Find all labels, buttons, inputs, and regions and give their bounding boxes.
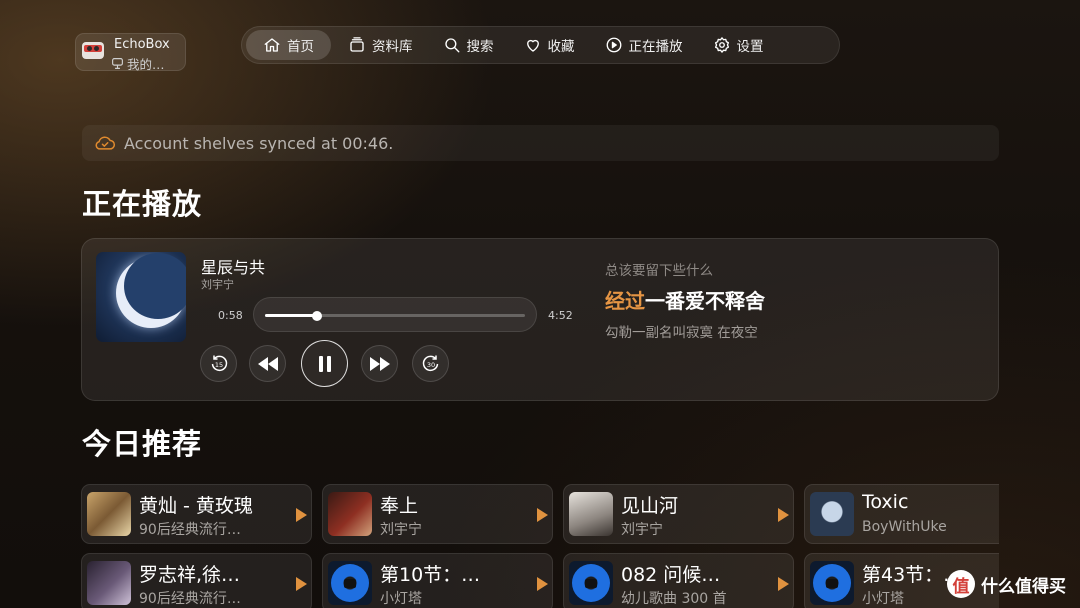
skip-back-15-button[interactable]: 15 [200, 345, 237, 382]
next-icon [369, 356, 390, 371]
gear-icon [714, 37, 729, 53]
total-time: 4:52 [548, 309, 573, 322]
recommendation-subtitle: 刘宇宁 [380, 522, 422, 538]
nav-now-playing-label: 正在播放 [628, 39, 683, 55]
nav-home[interactable]: 首页 [246, 30, 331, 60]
library-icon [350, 37, 364, 52]
recommendations-grid: 黄灿 - 黄玫瑰 90后经典流行… 奉上 刘宇宁 见山河 刘宇宁 Toxic BoyWithU… [0, 470, 999, 608]
sync-message: Account shelves synced at 00:46. [124, 133, 394, 153]
now-playing-heading: 正在播放 [82, 187, 203, 221]
cloud-check-icon [95, 136, 116, 150]
pause-button[interactable] [301, 340, 348, 387]
recommendation-card[interactable]: 奉上 刘宇宁 [322, 484, 553, 544]
play-arrow-icon[interactable] [296, 577, 307, 591]
next-button[interactable] [361, 345, 398, 382]
album-thumbnail [328, 492, 372, 536]
recommendation-subtitle: 90后经典流行… [139, 522, 241, 538]
nav-favorites[interactable]: 收藏 [511, 30, 588, 60]
svg-text:30: 30 [426, 361, 434, 369]
recommendation-card[interactable]: Toxic BoyWithUke [804, 484, 999, 544]
recommendation-title: 082 问候… [621, 564, 721, 586]
vinyl-disc-icon [569, 561, 613, 605]
nav-favorites-label: 收藏 [547, 39, 575, 55]
recommendation-title: 罗志祥,徐… [139, 564, 241, 586]
forward-30-icon: 30 [422, 355, 438, 371]
album-cover [96, 252, 186, 342]
recommendations-heading: 今日推荐 [82, 427, 203, 461]
sync-banner: Account shelves synced at 00:46. [82, 125, 999, 161]
account-label: 我的… [111, 54, 165, 73]
skip-forward-30-button[interactable]: 30 [412, 345, 449, 382]
vinyl-disc-icon [810, 561, 854, 605]
recommendation-card[interactable]: 见山河 刘宇宁 [563, 484, 794, 544]
album-thumbnail [810, 492, 854, 536]
play-circle-icon [606, 37, 621, 53]
user-icon [112, 58, 123, 69]
recommendation-subtitle: BoyWithUke [862, 519, 947, 535]
recommendation-subtitle: 幼儿歌曲 300 首 [621, 591, 727, 607]
recommendation-subtitle: 刘宇宁 [621, 522, 663, 538]
account-name: 我的… [127, 57, 165, 72]
recommendation-title: 见山河 [621, 495, 679, 517]
recommendation-title: Toxic [862, 491, 909, 513]
album-thumbnail [87, 561, 131, 605]
progress-fill [265, 314, 317, 317]
progress-bar[interactable] [253, 297, 537, 332]
recommendation-title: 第10节：… [380, 564, 481, 586]
song-artist: 刘宇宁 [201, 278, 234, 291]
nav-settings-label: 设置 [736, 39, 764, 55]
app-badge[interactable]: EchoBox 我的… [75, 33, 186, 73]
recommendation-card[interactable]: 黄灿 - 黄玫瑰 90后经典流行… [81, 484, 312, 544]
pause-icon [318, 355, 331, 372]
app-name: EchoBox [114, 37, 170, 52]
album-thumbnail [569, 492, 613, 536]
progress-knob[interactable] [311, 311, 322, 321]
recommendation-title: 黄灿 - 黄玫瑰 [139, 495, 253, 517]
svg-text:15: 15 [214, 361, 222, 369]
recommendation-card[interactable]: 第10节：… 小灯塔 [322, 553, 553, 608]
previous-icon [257, 356, 278, 371]
play-arrow-icon[interactable] [778, 577, 789, 591]
play-arrow-icon[interactable] [537, 577, 548, 591]
now-playing-card[interactable]: 星辰与共 刘宇宁 0:58 4:52 15 30 总该要留下些什么 经过一番爱不… [81, 238, 999, 401]
progress-track [265, 311, 525, 321]
play-arrow-icon[interactable] [537, 508, 548, 522]
home-icon [264, 38, 280, 52]
elapsed-time: 0:58 [218, 309, 243, 322]
recommendation-card[interactable]: 082 问候… 幼儿歌曲 300 首 [563, 553, 794, 608]
recommendation-subtitle: 90后经典流行… [139, 591, 241, 607]
recommendation-subtitle: 小灯塔 [380, 591, 422, 607]
previous-button[interactable] [249, 345, 286, 382]
watermark-text: 什么值得买 [981, 576, 1066, 597]
lyric-current-line: 经过一番爱不释舍 [605, 285, 765, 314]
nav-library[interactable]: 资料库 [335, 30, 426, 60]
lyric-sung-part: 经过 [605, 289, 645, 313]
rewind-15-icon: 15 [211, 355, 227, 371]
watermark: 值 什么值得买 [947, 570, 1066, 598]
play-arrow-icon[interactable] [778, 508, 789, 522]
nav-now-playing[interactable]: 正在播放 [592, 30, 696, 60]
recommendation-card[interactable]: 罗志祥,徐… 90后经典流行… [81, 553, 312, 608]
lyric-previous-line: 总该要留下些什么 [605, 263, 713, 279]
nav-search[interactable]: 搜索 [430, 30, 507, 60]
watermark-logo: 值 [947, 570, 975, 598]
nav-library-label: 资料库 [372, 39, 413, 55]
nav-search-label: 搜索 [466, 39, 494, 55]
lyric-next-line: 勾勒一副名叫寂寞 在夜空 [605, 325, 758, 341]
nav-home-label: 首页 [287, 39, 314, 55]
main-nav: 首页 资料库 搜索 收藏 正在播放 设置 [241, 26, 840, 64]
search-icon [444, 38, 459, 53]
lyric-unsung-part: 一番爱不释舍 [645, 289, 765, 313]
song-title: 星辰与共 [201, 258, 266, 277]
vinyl-disc-icon [328, 561, 372, 605]
heart-icon [526, 39, 539, 52]
recommendation-title: 奉上 [380, 495, 419, 517]
nav-settings[interactable]: 设置 [700, 30, 777, 60]
album-thumbnail [87, 492, 131, 536]
play-arrow-icon[interactable] [296, 508, 307, 522]
cassette-logo-icon [82, 42, 104, 59]
